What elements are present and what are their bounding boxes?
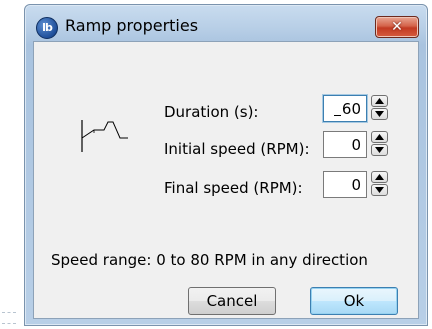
close-icon: ✕ <box>391 19 403 35</box>
final-speed-value: 0 <box>351 176 361 194</box>
initial-speed-label: Initial speed (RPM): <box>164 140 310 158</box>
text-caret <box>334 115 341 116</box>
dialog-content: Duration (s): 60 Initial speed (RPM): 0 … <box>33 41 419 319</box>
duration-decrement-button[interactable] <box>371 108 388 120</box>
app-logo-glyph: lb <box>42 21 53 34</box>
duration-increment-button[interactable] <box>371 95 388 107</box>
ramp-profile-icon <box>81 120 128 152</box>
duration-value: 60 <box>341 100 361 118</box>
window-title: Ramp properties <box>65 16 199 35</box>
background-page-strip <box>0 0 20 329</box>
lb-logo-icon: lb <box>36 17 58 39</box>
final-speed-input[interactable]: 0 <box>323 171 367 198</box>
initial-speed-increment-button[interactable] <box>371 131 388 143</box>
arrow-up-icon <box>375 98 384 104</box>
initial-speed-value: 0 <box>351 136 361 154</box>
final-speed-increment-button[interactable] <box>371 171 388 183</box>
duration-input[interactable]: 60 <box>323 95 367 122</box>
initial-speed-input[interactable]: 0 <box>323 131 367 158</box>
ok-button[interactable]: Ok <box>310 287 398 315</box>
arrow-down-icon <box>375 187 384 193</box>
speed-range-info: Speed range: 0 to 80 RPM in any directio… <box>51 251 368 269</box>
final-speed-label: Final speed (RPM): <box>164 179 303 197</box>
arrow-up-icon <box>375 174 384 180</box>
initial-speed-decrement-button[interactable] <box>371 144 388 156</box>
arrow-down-icon <box>375 147 384 153</box>
duration-label: Duration (s): <box>164 103 259 121</box>
ramp-properties-dialog: lb Ramp properties ✕ Duration (s): 60 In… <box>24 4 428 326</box>
page-edge-marks <box>2 312 16 324</box>
arrow-up-icon <box>375 134 384 140</box>
arrow-down-icon <box>375 111 384 117</box>
close-button[interactable]: ✕ <box>375 16 419 38</box>
final-speed-decrement-button[interactable] <box>371 184 388 196</box>
cancel-button[interactable]: Cancel <box>188 287 276 315</box>
